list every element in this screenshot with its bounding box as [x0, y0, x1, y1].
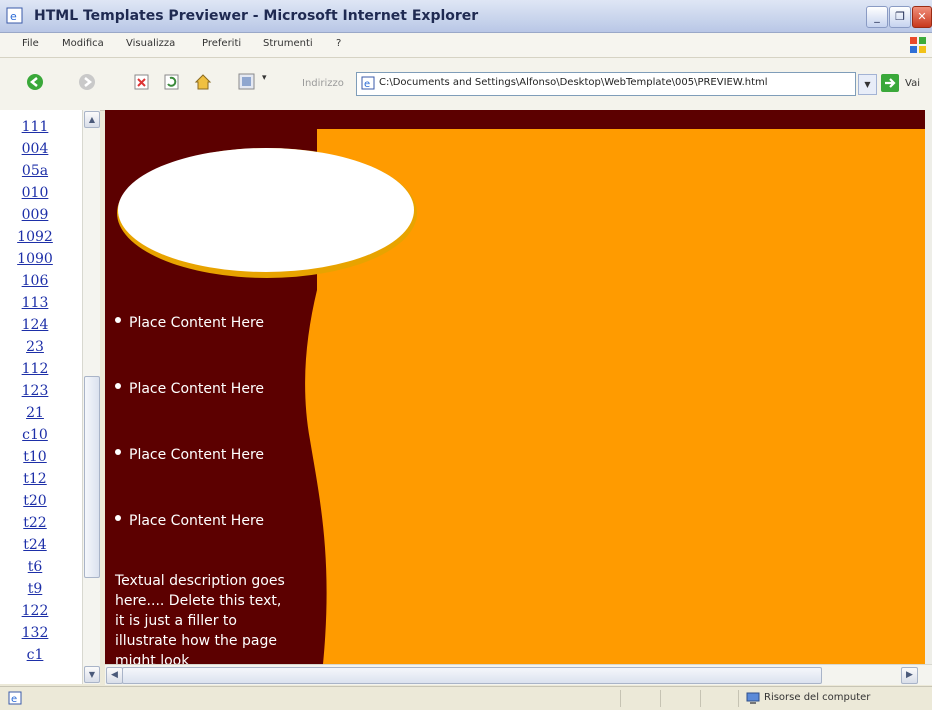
sidebar-link[interactable]: 132	[0, 625, 70, 641]
go-label[interactable]: Vai	[905, 78, 920, 89]
status-divider	[738, 690, 739, 707]
sidebar-link[interactable]: t24	[0, 537, 70, 553]
home-icon[interactable]	[194, 73, 212, 91]
address-label: Indirizzo	[302, 78, 344, 89]
window-title: HTML Templates Previewer - Microsoft Int…	[34, 8, 479, 24]
title-bar: e HTML Templates Previewer - Microsoft I…	[0, 0, 932, 33]
ie-page-icon: e	[6, 7, 23, 24]
sidebar-link[interactable]: 123	[0, 383, 70, 399]
svg-text:e: e	[11, 694, 17, 705]
sidebar-link[interactable]: t12	[0, 471, 70, 487]
content-item: Place Content Here	[115, 511, 285, 531]
page-icon: e	[361, 76, 375, 90]
sidebar-scrollbar[interactable]: ▲ ▼	[82, 110, 100, 684]
sidebar-link[interactable]: 009	[0, 207, 70, 223]
sidebar-link[interactable]: t20	[0, 493, 70, 509]
content-item: Place Content Here	[115, 379, 285, 399]
status-divider	[620, 690, 621, 707]
sidebar-link[interactable]: 124	[0, 317, 70, 333]
scroll-right-button[interactable]: ▶	[901, 667, 918, 684]
content-item: Place Content Here	[115, 445, 285, 465]
menu-strumenti[interactable]: Strumenti	[263, 38, 313, 49]
menu-modifica[interactable]: Modifica	[62, 38, 104, 49]
sidebar-link[interactable]: 21	[0, 405, 70, 421]
sidebar-link[interactable]: 004	[0, 141, 70, 157]
sidebar-link[interactable]: 122	[0, 603, 70, 619]
bullet-icon	[115, 317, 121, 323]
address-dropdown-button[interactable]: ▼	[858, 74, 877, 95]
sidebar-link[interactable]: 23	[0, 339, 70, 355]
hscroll-thumb[interactable]	[122, 667, 822, 684]
scroll-down-button[interactable]: ▼	[84, 666, 100, 683]
history-icon[interactable]	[238, 73, 256, 91]
preview-page: Place Content Here Place Content Here Pl…	[105, 110, 925, 664]
go-arrow-icon[interactable]	[880, 73, 900, 93]
minimize-button[interactable]: _	[866, 6, 888, 28]
scroll-thumb[interactable]	[84, 376, 100, 578]
restore-button[interactable]: ❐	[889, 6, 911, 28]
header-oval	[117, 148, 417, 278]
sidebar-link[interactable]: 1092	[0, 229, 70, 245]
windows-logo-icon	[910, 37, 926, 53]
zone-label: Risorse del computer	[764, 692, 871, 703]
computer-zone-icon	[746, 692, 760, 704]
sidebar-link[interactable]: 112	[0, 361, 70, 377]
history-dropdown-icon[interactable]: ▾	[262, 73, 267, 83]
horizontal-scrollbar[interactable]: ◀ ▶	[105, 664, 932, 685]
sidebar-link[interactable]: 010	[0, 185, 70, 201]
menu-file[interactable]: File	[22, 38, 39, 49]
bullet-icon	[115, 383, 121, 389]
content-vscrollbar[interactable]	[925, 110, 932, 664]
description-text: Textual description goes here.... Delete…	[115, 573, 285, 664]
content-item: Place Content Here	[115, 313, 285, 333]
address-field[interactable]: e C:\Documents and Settings\Alfonso\Desk…	[356, 72, 856, 96]
bullet-icon	[115, 515, 121, 521]
menu-preferiti[interactable]: Preferiti	[202, 38, 241, 49]
sidebar-link[interactable]: t6	[0, 559, 70, 575]
sidebar-link[interactable]: 106	[0, 273, 70, 289]
sidebar-link[interactable]: 113	[0, 295, 70, 311]
status-divider	[660, 690, 661, 707]
menu-visualizza[interactable]: Visualizza	[126, 38, 175, 49]
forward-icon[interactable]	[78, 73, 96, 91]
status-divider	[700, 690, 701, 707]
back-icon[interactable]	[26, 73, 44, 91]
link-sidebar: 111 004 05a 010 009 1092 1090 106 113 12…	[0, 110, 82, 684]
sidebar-link[interactable]: c10	[0, 427, 70, 443]
close-button[interactable]: ✕	[912, 6, 932, 28]
menu-bar: File Modifica Visualizza Preferiti Strum…	[0, 33, 932, 58]
toolbar: ▾ Indirizzo e C:\Documents and Settings\…	[0, 58, 932, 111]
sidebar-link[interactable]: t9	[0, 581, 70, 597]
svg-text:e: e	[364, 79, 370, 90]
sidebar-link[interactable]: 1090	[0, 251, 70, 267]
sidebar-link[interactable]: 111	[0, 119, 70, 135]
scroll-up-button[interactable]: ▲	[84, 111, 100, 128]
sidebar-link[interactable]: t10	[0, 449, 70, 465]
sidebar-link[interactable]: c1	[0, 647, 70, 663]
sidebar-link[interactable]: 05a	[0, 163, 70, 179]
header-band	[105, 110, 925, 129]
stop-icon[interactable]	[134, 73, 150, 91]
address-value: C:\Documents and Settings\Alfonso\Deskto…	[379, 77, 768, 88]
svg-text:e: e	[10, 10, 17, 23]
bullet-icon	[115, 449, 121, 455]
page-status-icon: e	[8, 691, 22, 705]
menu-help[interactable]: ?	[336, 38, 341, 49]
refresh-icon[interactable]	[164, 73, 180, 91]
scroll-left-button[interactable]: ◀	[106, 667, 123, 684]
sidebar-link[interactable]: t22	[0, 515, 70, 531]
status-bar: e Risorse del computer	[0, 686, 932, 710]
